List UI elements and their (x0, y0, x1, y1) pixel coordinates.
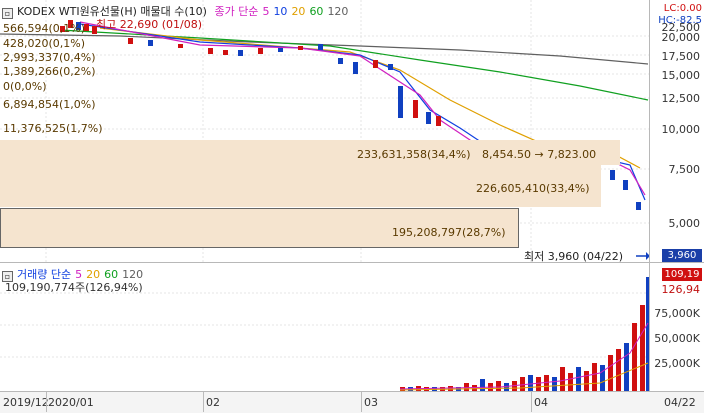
price-candle (426, 112, 431, 124)
price-candle (223, 50, 228, 55)
volume-bar (496, 381, 501, 391)
volume-bar (520, 377, 525, 391)
price-candle (398, 86, 403, 118)
vp-label-3: 2,993,337(0,4%) (3, 51, 96, 64)
volume-bar (576, 367, 581, 391)
volume-tick: 25,000K (654, 357, 700, 370)
volume-bar (608, 355, 613, 391)
price-candle (148, 40, 153, 46)
legend-ma-prefix: 종가 단순 (214, 5, 259, 18)
volume-bar (616, 349, 621, 391)
date-tick: 2019/12 (3, 396, 49, 409)
price-tick: 20,000 (661, 31, 701, 44)
volume-tick: 126,94 (661, 283, 701, 296)
price-candle (636, 202, 641, 210)
chart-window: ▫ KODEX WTI원유선물(H) 매물대 수(10) 종가 단순 5 10 20 60… (0, 0, 704, 413)
date-divider (203, 392, 204, 412)
price-candle (623, 180, 628, 190)
price-candle (318, 44, 323, 50)
volume-pane[interactable]: ▫ 거래량 단순 5 20 60 120 109,190,774주(126,94%) 10… (0, 263, 704, 391)
price-candle (388, 64, 393, 70)
date-axis[interactable]: 2019/12 2020/01 02 03 04 04/22 (0, 391, 704, 413)
arrow-right-icon (636, 252, 650, 260)
price-candle (338, 58, 343, 64)
volume-bar (568, 373, 573, 391)
vp-label-4: 1,389,266(0,2%) (3, 65, 96, 78)
volume-bar (632, 323, 637, 391)
date-divider (46, 392, 47, 412)
date-divider (361, 392, 362, 412)
volume-bar (592, 363, 597, 391)
vp-label-6: 6,894,854(1,0%) (3, 98, 96, 111)
date-tick: 02 (206, 396, 220, 409)
price-axis[interactable]: LC:0.00 HC:-82.5 22,500 20,000 17,500 15… (649, 0, 704, 262)
date-tick: 2020/01 (48, 396, 94, 409)
price-tick: 15,000 (661, 69, 701, 82)
date-tick-last: 04/22 (664, 396, 696, 409)
settings-icon[interactable]: ▫ (2, 8, 13, 19)
volume-bar (600, 365, 605, 391)
last-price-box: 3,960 (662, 249, 702, 262)
price-candle (298, 46, 303, 50)
volume-bar (464, 383, 469, 391)
price-candle (278, 48, 283, 52)
price-candle (178, 44, 183, 48)
volume-value-label: 109,190,774주(126,94%) (5, 281, 143, 294)
range-label: 8,454.50 → 7,823.00 (482, 148, 597, 161)
volume-bar (624, 343, 629, 391)
vp-label-8: 233,631,358(34,4%) (357, 148, 471, 161)
ma120-line (0, 33, 649, 65)
date-tick: 04 (534, 396, 548, 409)
price-tick: 12,500 (661, 92, 701, 105)
price-candle (353, 62, 358, 74)
volume-tick: 50,000K (654, 332, 700, 345)
date-tick: 03 (364, 396, 378, 409)
legend-ma-60: 60 (309, 5, 324, 18)
price-candle (238, 50, 243, 56)
vp-label-10: 195,208,797(28,7%) (392, 226, 506, 239)
max-price-label: 최고 22,690 (01/08) (96, 18, 203, 31)
price-candle (436, 116, 441, 126)
price-pane[interactable]: ▫ KODEX WTI원유선물(H) 매물대 수(10) 종가 단순 5 10 20 60… (0, 0, 704, 263)
vp-label-5: 0(0,0%) (3, 80, 47, 93)
volume-axis[interactable]: 109,19 126,94 75,000K 50,000K 25,000K (649, 263, 704, 391)
price-tick: 5,000 (668, 217, 701, 230)
price-tick: 7,500 (668, 163, 701, 176)
vp-label-7: 11,376,525(1,7%) (3, 122, 103, 135)
price-candle (610, 170, 615, 180)
vp-label-9: 226,605,410(33,4%) (476, 182, 590, 195)
volume-bar (584, 371, 589, 391)
price-candle (413, 100, 418, 118)
lc-label: LC:0.00 (663, 3, 702, 14)
vp-label-1: 566,594(0,1%) (3, 22, 86, 35)
volume-bar (552, 377, 557, 391)
price-candle (208, 48, 213, 54)
price-tick: 10,000 (661, 123, 701, 136)
volume-tick: 75,000K (654, 307, 700, 320)
price-candle (373, 60, 378, 68)
volume-bar (560, 367, 565, 391)
legend-ma-20: 20 (291, 5, 306, 18)
legend-ma-10: 10 (273, 5, 288, 18)
last-volume-box: 109,19 (662, 268, 702, 281)
volume-bar (528, 375, 533, 391)
date-divider (531, 392, 532, 412)
vp-label-2: 428,020(0,1%) (3, 37, 86, 50)
volume-bar (640, 305, 645, 391)
volume-bar (536, 377, 541, 391)
price-candle (258, 48, 263, 54)
legend-ma-120: 120 (327, 5, 349, 18)
min-price-label: 최저 3,960 (04/22) (524, 250, 624, 263)
legend-ma-5: 5 (262, 5, 270, 18)
price-tick: 17,500 (661, 50, 701, 63)
price-candle (128, 38, 133, 44)
volume-bar (480, 379, 485, 391)
